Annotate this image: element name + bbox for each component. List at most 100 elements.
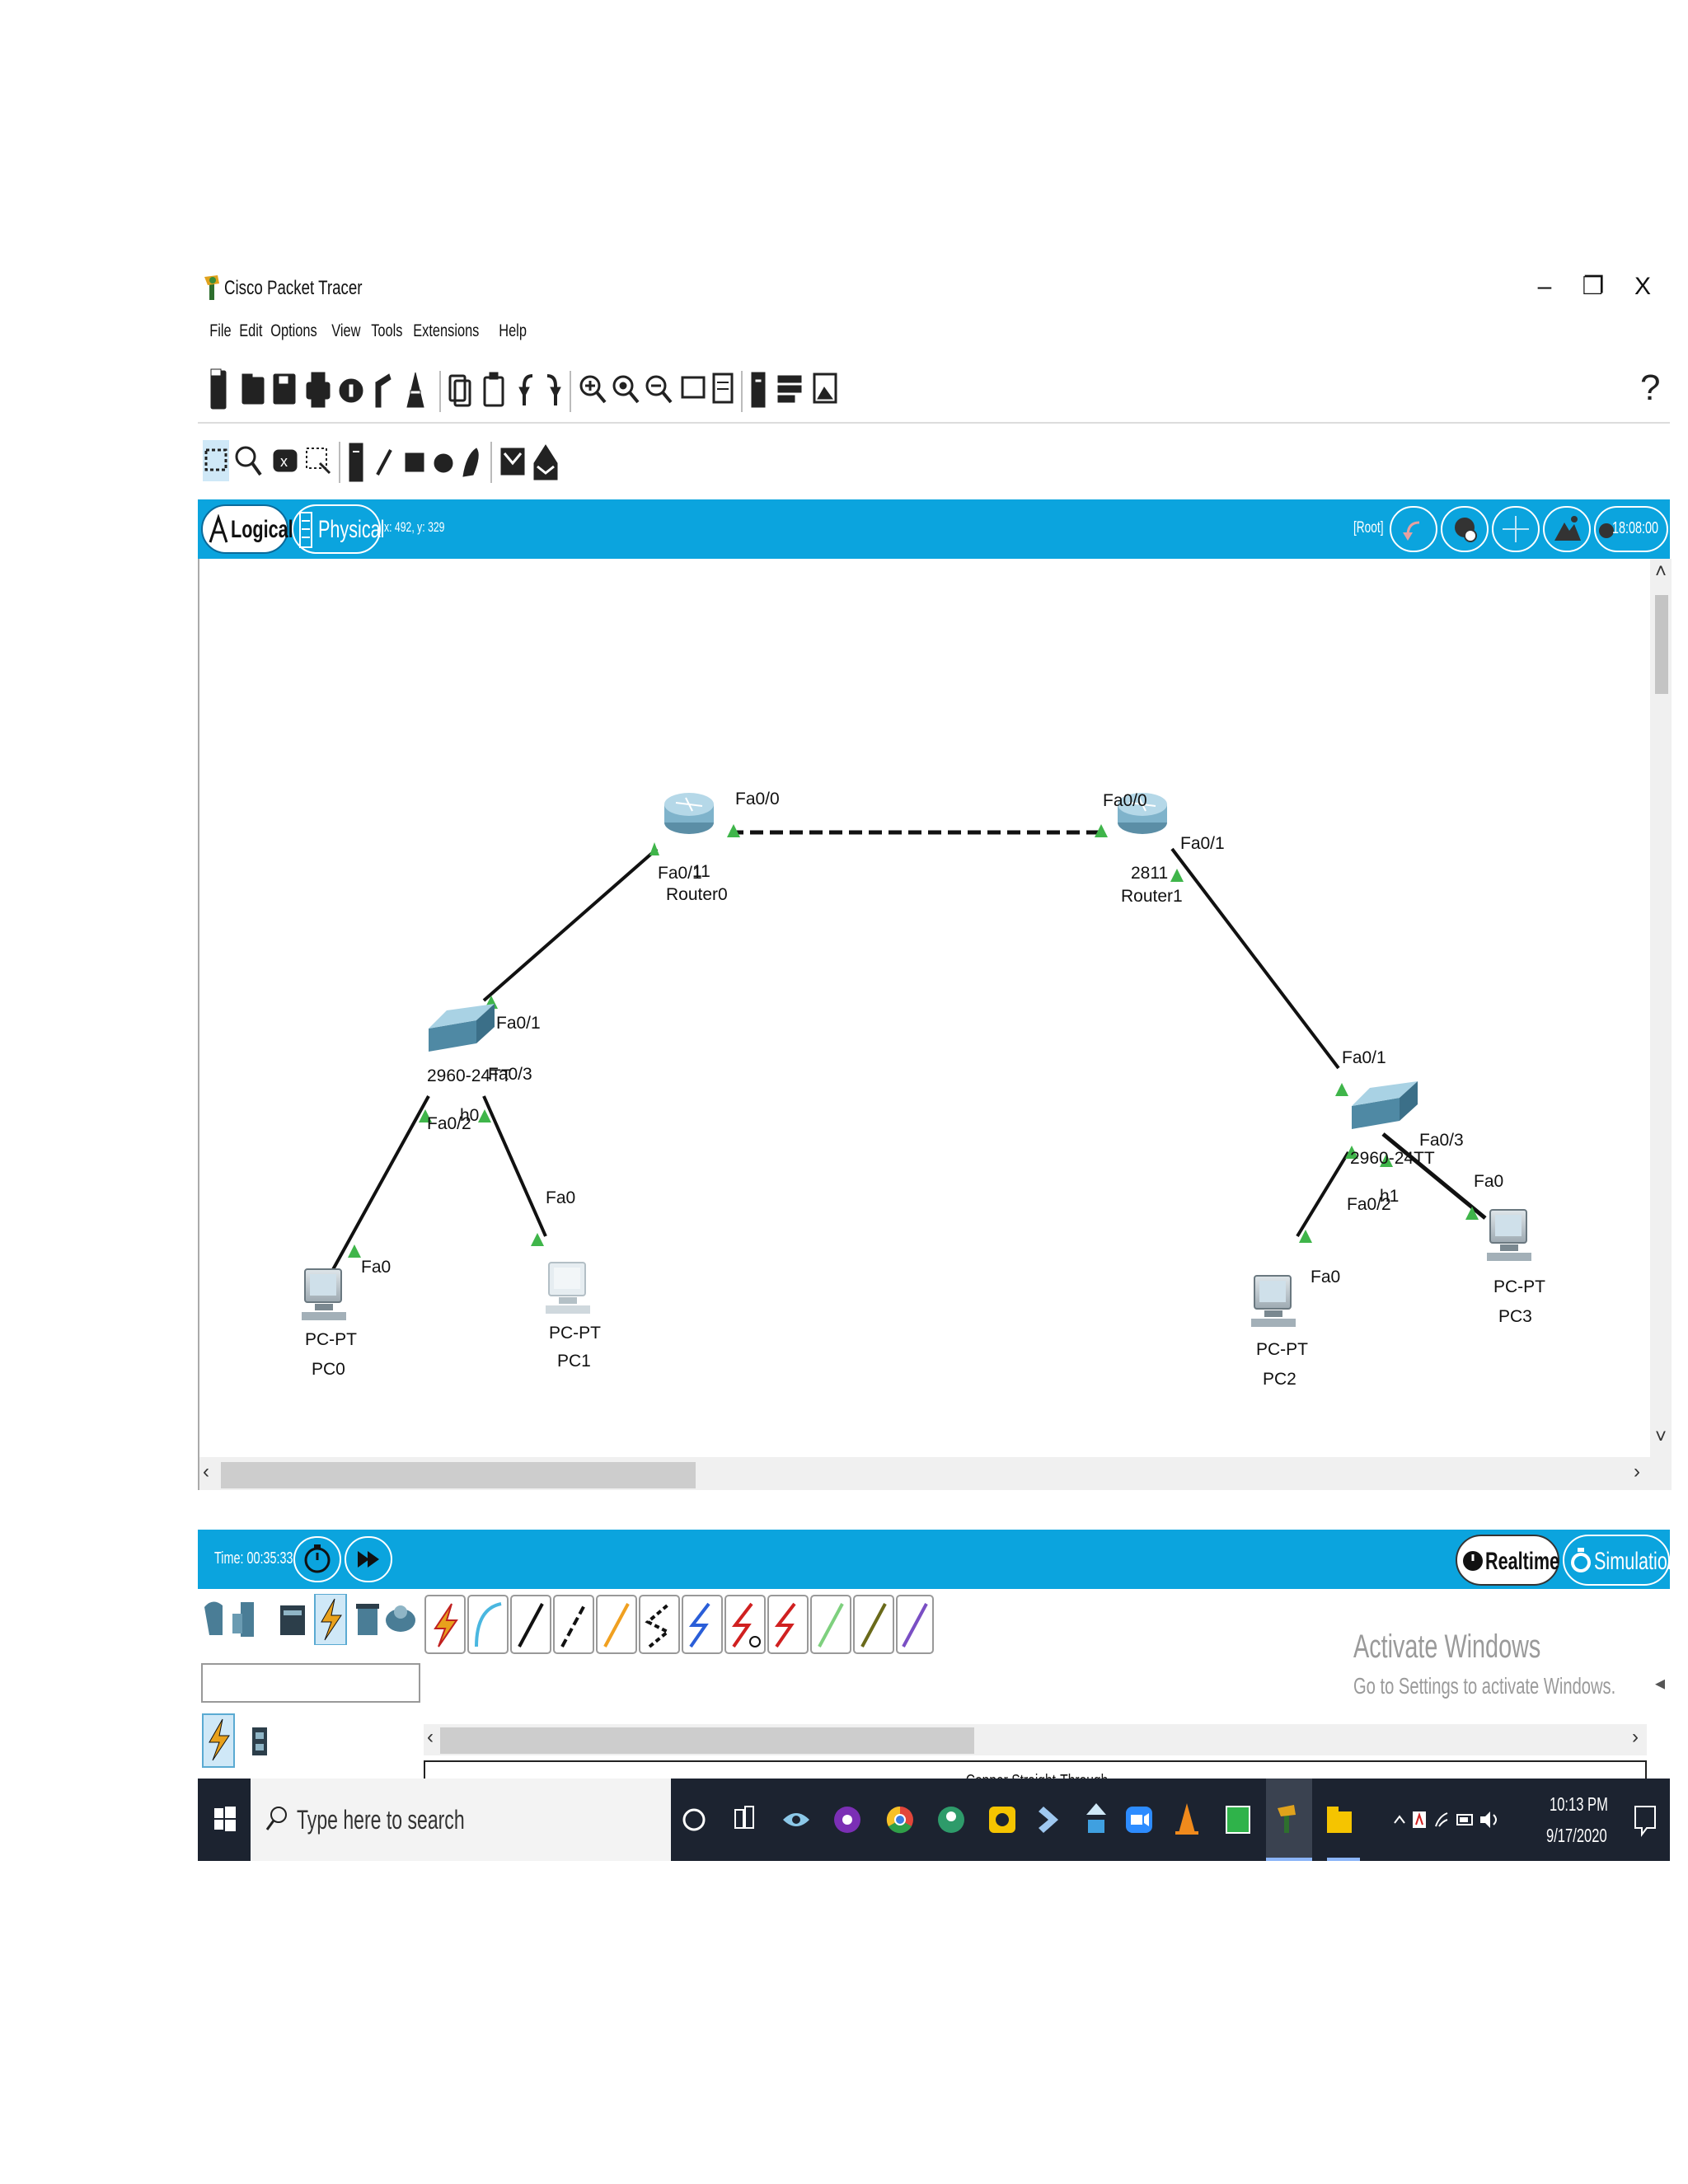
logical-workspace[interactable]: Fa0/0 Fa0/0 Fa0/1 11 Router0 Fa0/1 2811 … — [198, 559, 1672, 1490]
pc0-device[interactable] — [302, 1268, 346, 1320]
redo-icon[interactable] — [546, 374, 561, 405]
custom-device-icon[interactable] — [375, 373, 392, 408]
open-folder-icon[interactable] — [241, 373, 265, 405]
conn-scroll-left-icon[interactable]: ‹ — [427, 1726, 434, 1749]
zoom-in-icon[interactable] — [579, 375, 607, 404]
vertical-scrollbar[interactable]: ˄ ˅ — [1650, 559, 1672, 1490]
vscode-icon[interactable] — [1039, 1807, 1058, 1833]
zoom-icon[interactable] — [1126, 1807, 1152, 1833]
root-label[interactable]: [Root] — [1353, 519, 1384, 537]
menu-tools[interactable]: Tools — [366, 321, 408, 351]
switch0-device[interactable] — [429, 1004, 495, 1052]
note-tool-icon[interactable] — [349, 443, 363, 482]
file-explorer-icon[interactable] — [1327, 1807, 1360, 1861]
scroll-down-arrow-icon[interactable]: ˅ — [1655, 1426, 1667, 1449]
start-button[interactable] — [198, 1779, 251, 1861]
action-center-icon[interactable] — [1630, 1803, 1663, 1840]
taskbar-search-box[interactable]: Type here to search — [251, 1779, 671, 1861]
power-cycle-button[interactable] — [293, 1536, 341, 1582]
physical-tab[interactable]: Physical — [292, 504, 384, 554]
miscellaneous-icon[interactable] — [356, 1604, 379, 1635]
chrome-icon[interactable] — [886, 1806, 913, 1834]
link-router1-switch1[interactable] — [1170, 847, 1340, 1070]
paste-icon[interactable] — [483, 372, 504, 407]
new-file-icon[interactable] — [210, 368, 227, 410]
menu-help[interactable]: Help — [494, 321, 532, 351]
app-green-icon[interactable] — [938, 1807, 964, 1833]
print-icon[interactable] — [306, 372, 331, 408]
line-tool-icon[interactable] — [376, 449, 392, 476]
packet-tracer-taskbar-icon[interactable] — [1266, 1779, 1312, 1861]
new-cluster-button[interactable] — [1441, 506, 1489, 552]
simulation-mode-tab[interactable]: Simulation — [1563, 1535, 1677, 1586]
move-object-button[interactable] — [1492, 506, 1540, 552]
image-icon[interactable] — [813, 373, 837, 404]
app-podcast-icon[interactable] — [834, 1807, 860, 1833]
add-complex-pdu-icon[interactable] — [533, 444, 558, 480]
drawing-palette-icon[interactable] — [681, 376, 706, 399]
pc1-device[interactable] — [546, 1262, 590, 1314]
router0-device[interactable] — [664, 793, 714, 834]
components-icon[interactable] — [280, 1605, 305, 1635]
undo-icon[interactable] — [518, 374, 533, 405]
scroll-left-arrow-icon[interactable]: ‹ — [203, 1460, 209, 1483]
menu-view[interactable]: View — [326, 321, 366, 351]
pc3-device[interactable] — [1487, 1209, 1531, 1261]
minimize-button[interactable]: – — [1528, 272, 1561, 302]
vertical-scroll-thumb[interactable] — [1655, 595, 1668, 694]
connection-scroll-thumb[interactable] — [440, 1727, 974, 1754]
menu-options[interactable]: Options — [265, 321, 322, 351]
task-view-icon[interactable] — [734, 1806, 754, 1829]
ellipse-tool-icon[interactable] — [434, 453, 453, 473]
connection-scrollbar[interactable]: ‹ › — [424, 1724, 1647, 1755]
device-search-field[interactable] — [201, 1663, 420, 1703]
battery-icon[interactable] — [1456, 1814, 1473, 1825]
link-switch1-pc2[interactable] — [1296, 1151, 1350, 1238]
resize-tool-icon[interactable] — [306, 448, 331, 475]
app-eye-icon[interactable] — [783, 1813, 809, 1826]
close-button[interactable]: X — [1626, 272, 1659, 302]
link-switch0-pc1[interactable] — [482, 1095, 547, 1237]
taskbar-clock-date[interactable]: 9/17/2020 — [1546, 1825, 1607, 1847]
horizontal-scroll-thumb[interactable] — [221, 1462, 696, 1488]
back-button[interactable] — [1390, 506, 1437, 552]
zoom-reset-icon[interactable] — [612, 375, 640, 404]
delete-tool-icon[interactable]: x — [273, 449, 298, 472]
conn-scroll-right-icon[interactable]: › — [1632, 1726, 1639, 1749]
logical-tab[interactable]: Logical — [201, 504, 293, 554]
app-arrow-icon[interactable] — [1086, 1803, 1106, 1833]
panel-scroll-left-icon[interactable]: ◂ — [1655, 1671, 1665, 1695]
realtime-mode-tab[interactable]: Realtime — [1456, 1535, 1559, 1586]
set-background-button[interactable] — [1543, 506, 1591, 552]
end-devices-icon[interactable] — [232, 1602, 254, 1637]
components-subcategory-icon[interactable] — [252, 1727, 267, 1755]
horizontal-scrollbar[interactable]: ‹ › — [199, 1457, 1650, 1490]
maximize-button[interactable]: ❐ — [1577, 272, 1610, 302]
tray-chevron-icon[interactable] — [1394, 1815, 1405, 1824]
fast-forward-button[interactable] — [345, 1536, 392, 1582]
menu-edit[interactable]: Edit — [234, 321, 268, 351]
select-tool-icon[interactable] — [203, 440, 229, 481]
copy-icon[interactable] — [448, 374, 471, 407]
connections-subcategory-icon[interactable] — [202, 1713, 235, 1768]
add-simple-pdu-icon[interactable] — [500, 448, 525, 476]
link-switch0-pc0[interactable] — [330, 1095, 430, 1273]
scroll-up-arrow-icon[interactable]: ˄ — [1655, 560, 1667, 583]
link-router0-switch0[interactable] — [482, 847, 659, 1002]
rectangle-tool-icon[interactable] — [405, 452, 424, 472]
freeform-tool-icon[interactable] — [462, 448, 479, 477]
inspect-tool-icon[interactable] — [235, 446, 262, 476]
cluster-icon[interactable] — [777, 375, 802, 403]
menu-file[interactable]: File — [204, 321, 237, 351]
acrobat-tray-icon[interactable] — [1413, 1811, 1426, 1828]
menu-extensions[interactable]: Extensions — [408, 321, 485, 351]
save-icon[interactable] — [273, 373, 296, 405]
volume-icon[interactable] — [1480, 1811, 1497, 1828]
connections-icon[interactable] — [314, 1594, 347, 1645]
pc2-device[interactable] — [1251, 1275, 1296, 1327]
device-template-icon[interactable] — [751, 372, 766, 408]
zoom-out-icon[interactable] — [645, 375, 673, 404]
multiuser-icon[interactable] — [386, 1605, 415, 1632]
network-devices-icon[interactable] — [204, 1601, 223, 1635]
scroll-right-arrow-icon[interactable]: › — [1634, 1460, 1640, 1483]
